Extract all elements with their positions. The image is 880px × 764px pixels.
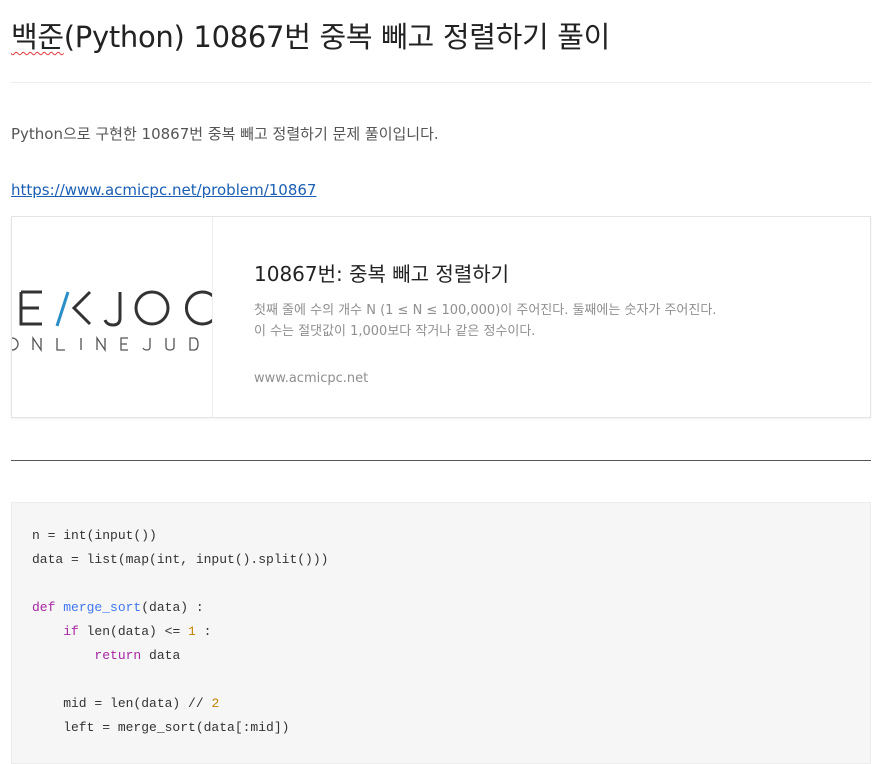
code-token: merge_sort — [63, 600, 142, 615]
code-line: n = int(input()) — [32, 524, 328, 548]
code-line: left = merge_sort(data[:mid]) — [32, 716, 328, 740]
post-title-spellcheck-word: 백준 — [11, 20, 64, 54]
problem-link[interactable]: https://www.acmicpc.net/problem/10867 — [11, 181, 316, 199]
post-title-text: (Python) 10867번 중복 빼고 정렬하기 풀이 — [63, 20, 611, 54]
link-preview-card[interactable]: 10867번: 중복 빼고 정렬하기 첫째 줄에 수의 개수 N (1 ≤ N … — [11, 216, 871, 418]
code-line: def merge_sort(data) : — [32, 596, 328, 620]
code-token: data = list(map(int, input().split())) — [32, 552, 329, 567]
post-title: 백준(Python) 10867번 중복 빼고 정렬하기 풀이 — [11, 14, 610, 56]
code-line: data = list(map(int, input().split())) — [32, 548, 328, 572]
baekjoon-logo-icon — [12, 290, 212, 353]
code-token: len(data) <= — [78, 624, 189, 639]
link-preview-title[interactable]: 10867번: 중복 빼고 정렬하기 — [254, 258, 509, 287]
code-token: def — [32, 600, 56, 615]
code-block: n = int(input()) data = list(map(int, inp… — [11, 502, 871, 764]
code-token: mid = len(data) // — [32, 696, 212, 711]
code-token: return — [94, 648, 142, 663]
code-token: 1 — [188, 624, 196, 639]
link-preview-description: 첫째 줄에 수의 개수 N (1 ≤ N ≤ 100,000)이 주어진다. 둘… — [254, 303, 717, 339]
baekjoon-logo-thumbnail — [12, 217, 213, 417]
section-divider — [11, 460, 871, 461]
link-preview-domain: www.acmicpc.net — [254, 371, 369, 386]
code-token: left = merge_sort(data[:mid]) — [32, 720, 290, 735]
code-token: 2 — [211, 696, 220, 711]
code-content: n = int(input()) data = list(map(int, inp… — [32, 524, 328, 740]
code-token: n = int(input()) — [32, 528, 157, 543]
title-divider — [11, 82, 871, 83]
code-line: return data — [32, 644, 328, 668]
code-token: (data) : — [141, 600, 204, 615]
python-code: n = int(input()) data = list(map(int, inp… — [32, 524, 328, 740]
post-intro: Python으로 구현한 10867번 중복 빼고 정렬하기 문제 풀이입니다. — [11, 125, 439, 143]
code-line: mid = len(data) // 2 — [32, 692, 328, 716]
code-token: data — [141, 648, 181, 663]
code-token: : — [195, 624, 212, 639]
code-line: if len(data) <= 1 : — [32, 620, 328, 644]
code-token: if — [63, 624, 79, 639]
